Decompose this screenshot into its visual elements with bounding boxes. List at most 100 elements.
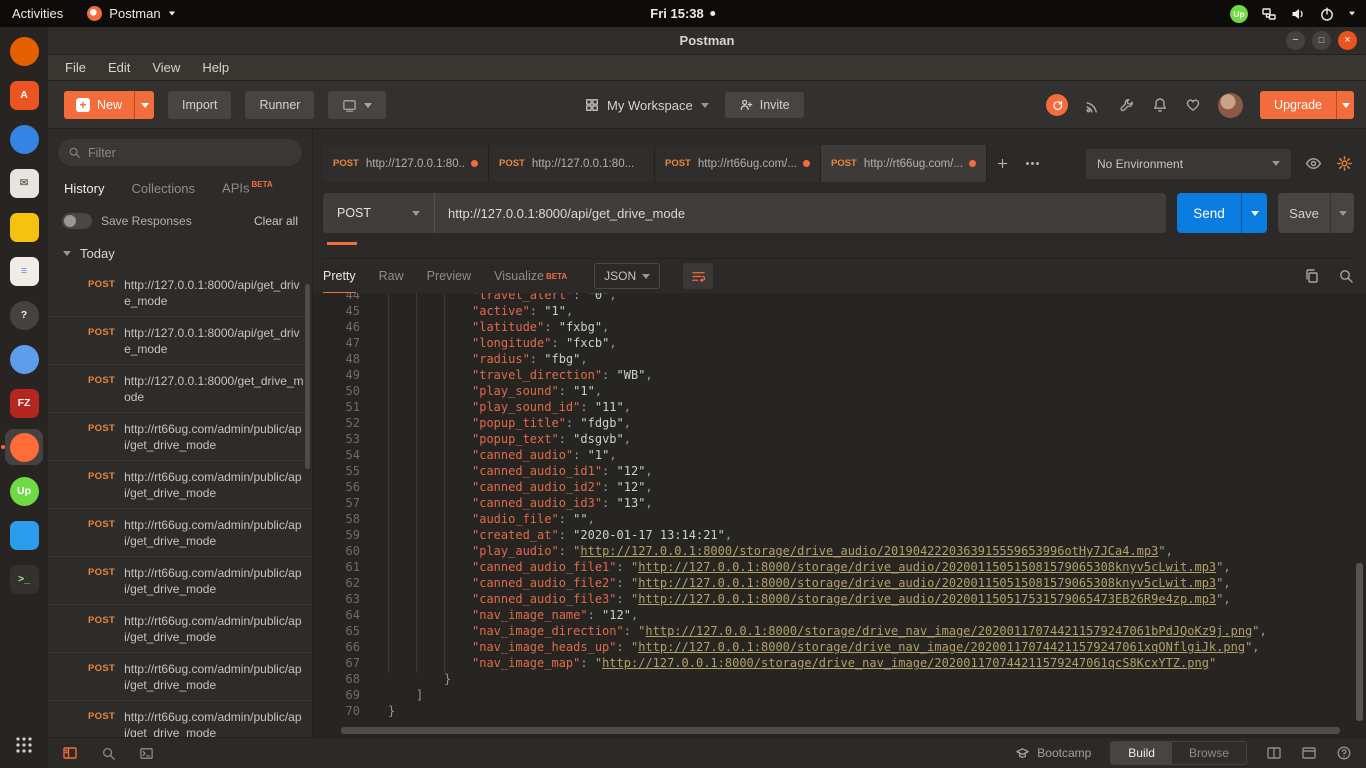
power-icon[interactable] — [1319, 6, 1335, 22]
open-console-icon[interactable] — [1301, 745, 1317, 761]
history-group-today[interactable]: Today — [48, 238, 312, 269]
response-tab-visualize[interactable]: VisualizeBETA — [494, 259, 567, 294]
upgrade-button[interactable]: Upgrade — [1260, 91, 1336, 119]
capture-requests-button[interactable] — [328, 91, 386, 119]
send-button[interactable]: Send — [1177, 193, 1241, 233]
send-dropdown-button[interactable] — [1241, 193, 1267, 233]
url-input[interactable]: http://127.0.0.1:8000/api/get_drive_mode — [435, 193, 1166, 233]
settings-wrench-icon[interactable] — [1119, 97, 1135, 113]
response-tab-raw[interactable]: Raw — [379, 259, 404, 294]
request-tab[interactable]: POSThttp://127.0.0.1:80... — [489, 145, 655, 182]
dock-terminal-icon[interactable]: >_ — [5, 561, 43, 597]
history-request-item[interactable]: POSThttp://127.0.0.1:8000/api/get_drive_… — [48, 317, 312, 365]
history-request-item[interactable]: POSThttp://127.0.0.1:8000/get_drive_mode — [48, 365, 312, 413]
dock-filezilla-icon[interactable]: FZ — [5, 385, 43, 421]
save-button[interactable]: Save — [1278, 193, 1330, 233]
history-request-item[interactable]: POSThttp://rt66ug.com/admin/public/api/g… — [48, 413, 312, 461]
help-icon[interactable] — [1336, 745, 1352, 761]
environment-selector[interactable]: No Environment — [1086, 149, 1291, 179]
save-responses-toggle[interactable] — [62, 213, 92, 229]
invite-button[interactable]: Invite — [725, 92, 804, 118]
dock-vscode-icon[interactable] — [5, 517, 43, 553]
tab-history[interactable]: History — [64, 181, 104, 196]
tab-apis[interactable]: APIsBETA — [222, 180, 273, 195]
runner-button[interactable]: Runner — [245, 91, 314, 119]
browse-toggle-button[interactable]: Browse — [1172, 742, 1246, 764]
show-applications-button[interactable] — [14, 735, 34, 760]
heart-icon[interactable] — [1185, 97, 1201, 113]
menu-edit[interactable]: Edit — [97, 57, 141, 78]
response-link[interactable]: http://127.0.0.1:8000/storage/drive_nav_… — [602, 656, 1209, 670]
new-button[interactable]: + New — [64, 91, 134, 119]
dock-documents-app-icon[interactable]: ≡ — [5, 253, 43, 289]
window-titlebar[interactable]: Postman − □ × — [48, 27, 1366, 55]
dock-firefox-icon[interactable] — [5, 33, 43, 69]
maximize-button[interactable]: □ — [1312, 31, 1331, 50]
environment-settings-gear-icon[interactable] — [1336, 155, 1353, 172]
history-request-item[interactable]: POSThttp://rt66ug.com/admin/public/api/g… — [48, 557, 312, 605]
response-link[interactable]: http://127.0.0.1:8000/storage/drive_audi… — [638, 560, 1216, 574]
copy-response-icon[interactable] — [1304, 268, 1320, 284]
minimize-button[interactable]: − — [1286, 31, 1305, 50]
build-toggle-button[interactable]: Build — [1111, 742, 1172, 764]
upgrade-dropdown-button[interactable] — [1336, 91, 1354, 119]
workspace-switcher[interactable]: My Workspace — [585, 92, 709, 118]
clear-all-button[interactable]: Clear all — [254, 214, 298, 228]
tab-collections[interactable]: Collections — [131, 181, 195, 196]
request-tab-active[interactable]: POSThttp://rt66ug.com/... — [821, 145, 987, 182]
new-dropdown-button[interactable] — [134, 91, 154, 119]
response-horizontal-scrollbar[interactable] — [341, 727, 1340, 734]
volume-icon[interactable] — [1290, 6, 1306, 22]
notifications-bell-icon[interactable] — [1152, 97, 1168, 113]
response-link[interactable]: http://127.0.0.1:8000/storage/drive_nav_… — [638, 640, 1245, 654]
dock-ubuntu-software-icon[interactable]: A — [5, 77, 43, 113]
save-dropdown-button[interactable] — [1330, 193, 1354, 233]
response-link[interactable]: http://127.0.0.1:8000/storage/drive_audi… — [580, 544, 1158, 558]
response-link[interactable]: http://127.0.0.1:8000/storage/drive_audi… — [638, 592, 1216, 606]
history-request-item[interactable]: POSThttp://rt66ug.com/admin/public/api/g… — [48, 701, 312, 737]
menu-help[interactable]: Help — [191, 57, 240, 78]
bootcamp-button[interactable]: Bootcamp — [1015, 746, 1091, 761]
system-menu-chevron-icon[interactable] — [1349, 12, 1355, 16]
two-pane-view-icon[interactable] — [1266, 745, 1282, 761]
dock-postman-icon[interactable] — [5, 429, 43, 465]
find-replace-icon[interactable] — [101, 746, 116, 761]
response-tab-preview[interactable]: Preview — [427, 259, 471, 294]
request-tab[interactable]: POSThttp://rt66ug.com/... — [655, 145, 821, 182]
toggle-sidebar-icon[interactable] — [62, 745, 78, 761]
interceptor-icon[interactable] — [1085, 97, 1102, 114]
search-response-icon[interactable] — [1338, 268, 1354, 284]
response-link[interactable]: http://127.0.0.1:8000/storage/drive_nav_… — [645, 624, 1252, 638]
response-format-selector[interactable]: JSON — [594, 263, 660, 289]
new-tab-button[interactable] — [987, 145, 1017, 182]
request-tab[interactable]: POSThttp://127.0.0.1:80... — [323, 145, 489, 182]
user-avatar[interactable] — [1218, 93, 1243, 118]
history-request-item[interactable]: POSThttp://rt66ug.com/admin/public/api/g… — [48, 653, 312, 701]
dock-chromium-icon[interactable] — [5, 341, 43, 377]
history-request-item[interactable]: POSThttp://127.0.0.1:8000/api/get_drive_… — [48, 269, 312, 317]
menu-file[interactable]: File — [54, 57, 97, 78]
wrap-lines-button[interactable] — [683, 263, 713, 289]
network-icon[interactable] — [1261, 6, 1277, 22]
console-icon[interactable] — [139, 746, 154, 761]
history-request-item[interactable]: POSThttp://rt66ug.com/admin/public/api/g… — [48, 509, 312, 557]
dock-mail-app-icon[interactable]: ✉ — [5, 165, 43, 201]
response-body[interactable]: 44"travel_alert": "0",45"active": "1",46… — [313, 293, 1366, 737]
dock-help-app-icon[interactable]: ? — [5, 297, 43, 333]
dock-chat-app-icon[interactable] — [5, 121, 43, 157]
tab-options-button[interactable] — [1017, 145, 1047, 182]
history-request-item[interactable]: POSThttp://rt66ug.com/admin/public/api/g… — [48, 605, 312, 653]
menu-view[interactable]: View — [141, 57, 191, 78]
upwork-tray-icon[interactable]: Up — [1230, 5, 1248, 23]
app-indicator-menu[interactable]: Postman — [75, 0, 187, 27]
response-link[interactable]: http://127.0.0.1:8000/storage/drive_audi… — [638, 576, 1216, 590]
environment-quick-look-icon[interactable] — [1305, 155, 1322, 172]
history-request-item[interactable]: POSThttp://rt66ug.com/admin/public/api/g… — [48, 461, 312, 509]
response-tab-pretty[interactable]: Pretty — [323, 259, 356, 294]
import-button[interactable]: Import — [168, 91, 231, 119]
close-button[interactable]: × — [1338, 31, 1357, 50]
response-vertical-scrollbar[interactable] — [1356, 563, 1363, 721]
dock-upwork-icon[interactable]: Up — [5, 473, 43, 509]
sync-status-icon[interactable] — [1046, 94, 1068, 116]
sidebar-scrollbar[interactable] — [305, 284, 310, 469]
